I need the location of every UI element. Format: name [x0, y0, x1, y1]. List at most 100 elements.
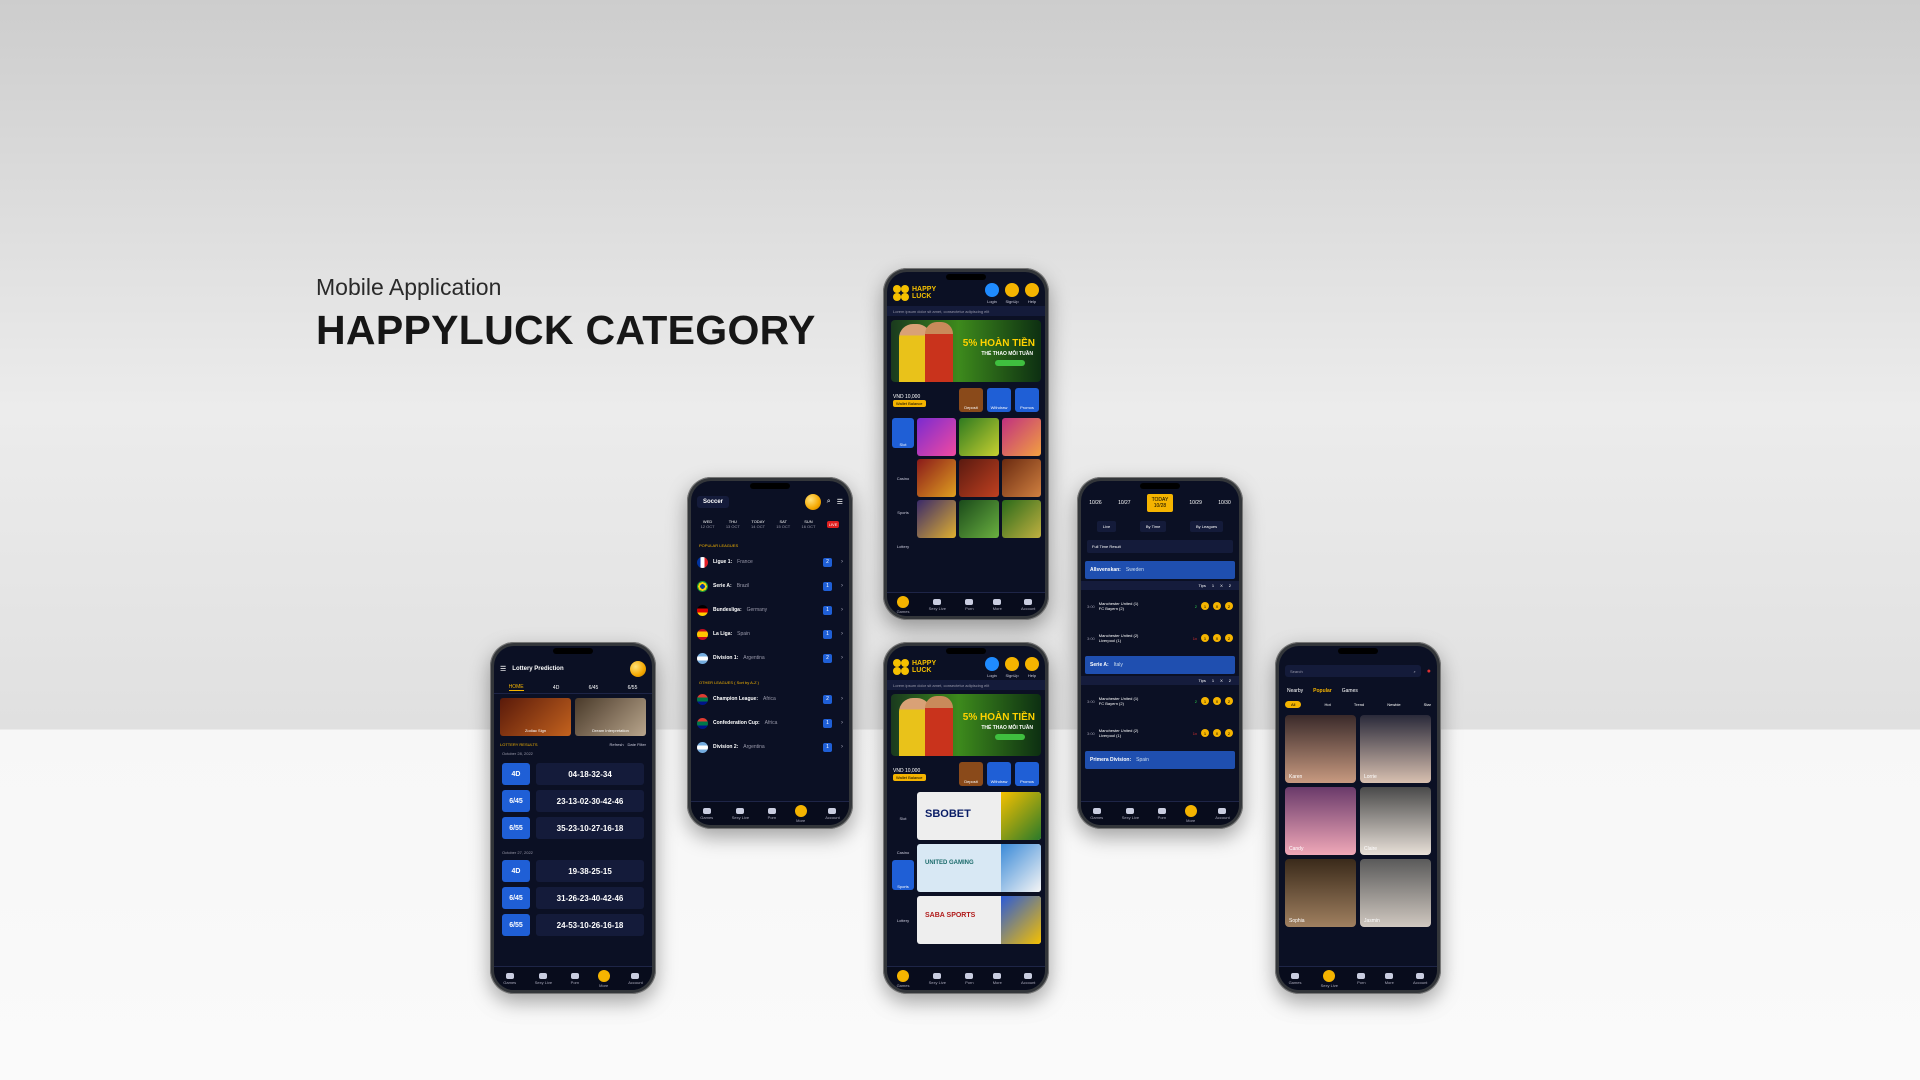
day-sat[interactable]: SAT 15 OCT: [776, 519, 790, 529]
nav-account[interactable]: Account: [1215, 807, 1230, 820]
nav-sexy-live[interactable]: Sexy Live: [1122, 807, 1139, 820]
nav-more[interactable]: More: [597, 969, 610, 988]
tab-4d[interactable]: 4D: [553, 685, 559, 691]
category-slot[interactable]: Slot: [892, 418, 914, 448]
category-slot[interactable]: Slot: [892, 792, 914, 822]
nav-more[interactable]: More: [993, 972, 1002, 985]
nav-sexy-live[interactable]: Sexy Live: [929, 972, 946, 985]
login-button[interactable]: Login: [985, 282, 999, 304]
sport-select[interactable]: Soccer: [697, 496, 730, 508]
chip-star[interactable]: Star: [1424, 702, 1431, 707]
search-icon[interactable]: ⌕: [827, 498, 831, 506]
profile-card[interactable]: Karen: [1285, 715, 1356, 783]
tab-games[interactable]: Games: [1342, 688, 1358, 694]
filter-by-time[interactable]: By Time: [1139, 521, 1167, 532]
profile-card[interactable]: Jasmin: [1360, 859, 1431, 927]
nav-more[interactable]: More: [1385, 972, 1394, 985]
date-tab[interactable]: 10/26: [1089, 500, 1102, 506]
date-tab[interactable]: 10/27: [1118, 500, 1131, 506]
market-select[interactable]: Full Time Result: [1087, 540, 1233, 553]
nav-games[interactable]: Games: [897, 969, 909, 988]
nav-sexy-live[interactable]: Sexy Live: [535, 972, 552, 985]
nav-porn[interactable]: Porn: [1158, 807, 1166, 820]
nav-porn[interactable]: Porn: [965, 972, 974, 985]
withdraw-button[interactable]: Withdraw: [987, 762, 1011, 786]
nav-porn[interactable]: Porn: [571, 972, 579, 985]
nav-porn[interactable]: Porn: [768, 807, 776, 820]
league-row[interactable]: Division 2: Argentina 1 ›: [691, 735, 849, 759]
filter-live[interactable]: Live: [1096, 521, 1117, 532]
league-row[interactable]: Serie A: Brazil 1 ›: [691, 574, 849, 598]
category-sports[interactable]: Sports: [892, 860, 914, 890]
chip-hot[interactable]: Hot: [1325, 702, 1331, 707]
game-tile[interactable]: [1001, 418, 1041, 456]
date-tab-today[interactable]: TODAY 10/28: [1146, 494, 1173, 512]
day-today[interactable]: TODAY 14 OCT: [751, 519, 765, 529]
league-header[interactable]: Serie A: Italy: [1085, 656, 1235, 674]
brand-logo[interactable]: HAPPY LUCK: [893, 659, 936, 675]
game-tile[interactable]: [959, 459, 999, 497]
promo-banner[interactable]: 5% HOÀN TIỀN THỂ THAO MỖI TUẦN: [891, 320, 1041, 382]
category-lottery[interactable]: Lottery: [892, 894, 914, 924]
game-tile[interactable]: [917, 418, 957, 456]
league-row[interactable]: Confederation Cup: Africa 1 ›: [691, 711, 849, 735]
nav-games[interactable]: Games: [503, 972, 516, 985]
nav-games[interactable]: Games: [1090, 807, 1103, 820]
dream-card[interactable]: Dream Interpretation: [575, 698, 646, 736]
tab-645[interactable]: 6/45: [589, 685, 599, 691]
league-row[interactable]: Division 1: Argentina 2 ›: [691, 646, 849, 670]
united-gaming-tile[interactable]: UNITED GAMING: [917, 844, 1041, 892]
category-sports[interactable]: Sports: [892, 486, 914, 516]
nav-games[interactable]: Games: [700, 807, 713, 820]
nav-sexy-live[interactable]: Sexy Live: [929, 598, 946, 611]
chip-trend[interactable]: Trend: [1354, 702, 1364, 707]
tab-popular[interactable]: Popular: [1313, 688, 1332, 694]
nav-games[interactable]: Games: [897, 595, 909, 614]
search-input[interactable]: Search ⌕: [1285, 665, 1421, 677]
tab-655[interactable]: 6/55: [628, 685, 638, 691]
date-filter-button[interactable]: Date Filter: [628, 742, 646, 747]
nav-account[interactable]: Account: [1413, 972, 1427, 985]
match-row[interactable]: 3:00 Manchester United (2) Liverpool (1) 1x…: [1081, 717, 1239, 749]
deposit-button[interactable]: Deposit: [959, 762, 983, 786]
brand-logo[interactable]: HAPPY LUCK: [893, 285, 936, 301]
game-tile[interactable]: [917, 459, 957, 497]
day-thu[interactable]: THU 13 OCT: [726, 519, 740, 529]
promos-button[interactable]: Promos: [1015, 762, 1039, 786]
nav-sexy-live[interactable]: Sexy Live: [1321, 969, 1338, 988]
signup-button[interactable]: SignUp: [1005, 282, 1019, 304]
profile-card[interactable]: Candy: [1285, 787, 1356, 855]
date-tab[interactable]: 10/30: [1218, 500, 1231, 506]
category-casino[interactable]: Casino: [892, 826, 914, 856]
tab-home[interactable]: HOME: [508, 684, 524, 691]
promo-banner[interactable]: 5% HOÀN TIỀN THỂ THAO MỖI TUẦN: [891, 694, 1041, 756]
bell-icon[interactable]: ●: [1427, 668, 1431, 675]
category-casino[interactable]: Casino: [892, 452, 914, 482]
day-sun[interactable]: SUN 16 OCT: [801, 519, 815, 529]
profile-card[interactable]: Claire: [1360, 787, 1431, 855]
date-tab[interactable]: 10/29: [1189, 500, 1202, 506]
nav-porn[interactable]: Porn: [1357, 972, 1366, 985]
help-button[interactable]: Help: [1025, 282, 1039, 304]
live-button[interactable]: LIVE: [826, 520, 840, 528]
game-tile[interactable]: [917, 500, 957, 538]
login-button[interactable]: Login: [985, 656, 999, 678]
nav-account[interactable]: Account: [825, 807, 840, 820]
league-header[interactable]: Allsvenskan: Sweden: [1085, 561, 1235, 579]
game-tile[interactable]: [959, 418, 999, 456]
coin-icon[interactable]: [630, 661, 646, 677]
zodiac-card[interactable]: Zodiac Sign: [500, 698, 571, 736]
menu-icon[interactable]: ☰: [837, 498, 843, 506]
league-header[interactable]: Primera Division: Spain: [1085, 751, 1235, 769]
chip-newbie[interactable]: Newbie: [1387, 702, 1400, 707]
match-row[interactable]: 3:00 Manchester United (1) FC Bayern (2) 2 1…: [1081, 685, 1239, 717]
game-tile[interactable]: [959, 500, 999, 538]
nav-more[interactable]: More: [1184, 804, 1197, 823]
match-row[interactable]: 3:00 Manchester United (2) Liverpool (1) 1x…: [1081, 622, 1239, 654]
withdraw-button[interactable]: Withdraw: [987, 388, 1011, 412]
profile-card[interactable]: Lorrie: [1360, 715, 1431, 783]
help-button[interactable]: Help: [1025, 656, 1039, 678]
signup-button[interactable]: SignUp: [1005, 656, 1019, 678]
deposit-button[interactable]: Deposit: [959, 388, 983, 412]
chip-all[interactable]: All: [1285, 701, 1302, 708]
